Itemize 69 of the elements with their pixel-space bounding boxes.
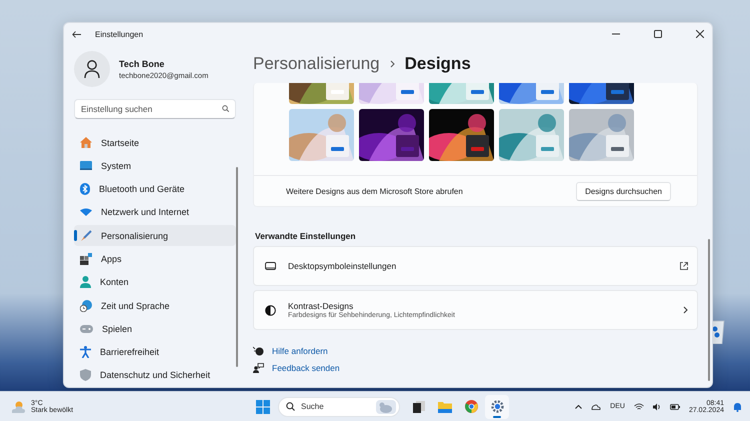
apps-icon bbox=[80, 252, 92, 265]
theme-tile[interactable] bbox=[499, 83, 564, 104]
house-icon bbox=[80, 137, 92, 148]
battery-icon bbox=[670, 404, 680, 410]
avatar bbox=[74, 51, 110, 87]
store-text: Weitere Designs aus dem Microsoft Store abrufen bbox=[286, 186, 463, 196]
folder-icon bbox=[438, 400, 452, 412]
theme-tile[interactable] bbox=[359, 109, 424, 161]
browser-icon bbox=[464, 400, 478, 413]
window-title: Einstellungen bbox=[95, 30, 144, 38]
accessibility-figure-icon bbox=[80, 346, 91, 358]
maximize-icon bbox=[654, 30, 662, 38]
theme-tile[interactable] bbox=[429, 109, 494, 161]
sidebar-item[interactable]: Personalisierung bbox=[74, 225, 236, 246]
person-icon bbox=[80, 276, 91, 288]
gear-icon bbox=[490, 400, 504, 413]
sidebar-item[interactable]: Konten bbox=[74, 272, 236, 293]
sidebar-item[interactable]: System bbox=[74, 155, 236, 176]
theme-tile[interactable] bbox=[289, 109, 354, 161]
bell-icon bbox=[733, 402, 742, 412]
cloud-icon bbox=[591, 403, 602, 410]
section-heading: Verwandte Einstellungen bbox=[255, 231, 357, 241]
chevron-right-icon bbox=[683, 306, 688, 314]
sidebar-item[interactable]: Datenschutz und Sicherheit bbox=[74, 364, 236, 386]
globe-clock-icon bbox=[80, 300, 92, 312]
close-icon bbox=[696, 30, 704, 38]
theme-tile[interactable] bbox=[429, 83, 494, 104]
help-icon bbox=[253, 346, 264, 356]
windows-logo-icon bbox=[256, 400, 270, 414]
shield-icon bbox=[80, 369, 91, 382]
monitor-icon bbox=[80, 161, 92, 170]
wifi-icon bbox=[634, 402, 644, 410]
wifi-icon bbox=[80, 208, 92, 216]
theme-tile[interactable] bbox=[359, 83, 424, 104]
chevron-right-icon bbox=[390, 60, 395, 68]
bluetooth-icon bbox=[80, 183, 90, 196]
sidebar-item[interactable]: Spielen bbox=[74, 318, 236, 340]
sidebar-item[interactable]: Bluetooth und Geräte bbox=[74, 178, 236, 200]
theme-tile[interactable] bbox=[569, 83, 634, 104]
theme-tile[interactable] bbox=[569, 109, 634, 161]
feedback-icon bbox=[253, 363, 264, 373]
external-link-icon bbox=[680, 262, 688, 270]
back-arrow-icon bbox=[72, 30, 81, 38]
theme-tile[interactable] bbox=[289, 83, 354, 104]
theme-tile[interactable] bbox=[499, 109, 564, 161]
search-icon bbox=[222, 105, 229, 112]
account-name: Tech Bone bbox=[119, 58, 166, 68]
search-icon bbox=[286, 402, 295, 411]
sidebar-item[interactable]: Barrierefreiheit bbox=[74, 342, 236, 363]
breadcrumb-parent[interactable]: Personalisierung bbox=[253, 54, 380, 74]
browse-designs-button[interactable]: Designs durchsuchen bbox=[576, 182, 671, 200]
speaker-icon bbox=[652, 402, 661, 410]
gamepad-icon bbox=[80, 324, 93, 333]
sidebar-item[interactable]: Startseite bbox=[74, 132, 236, 153]
window-icon bbox=[413, 400, 425, 412]
page-title: Designs bbox=[404, 54, 471, 74]
settings-row[interactable]: Desktopsymboleinstellungen bbox=[253, 246, 698, 286]
chevron-up-icon bbox=[575, 404, 582, 408]
contrast-icon bbox=[265, 304, 276, 316]
help-link[interactable]: Hilfe anfordern bbox=[272, 346, 328, 356]
sidebar-item[interactable]: Apps bbox=[74, 248, 236, 270]
sidebar-item[interactable]: Netzwerk und Internet bbox=[74, 202, 236, 223]
monitor-icon bbox=[265, 262, 276, 270]
search-field[interactable]: Einstellung suchen bbox=[74, 99, 236, 119]
help-link[interactable]: Feedback senden bbox=[272, 363, 340, 373]
sidebar-item[interactable]: Zeit und Sprache bbox=[74, 295, 236, 316]
cloud-sun-icon bbox=[10, 400, 26, 412]
minimize-icon bbox=[612, 33, 620, 35]
brush-icon bbox=[80, 230, 92, 242]
